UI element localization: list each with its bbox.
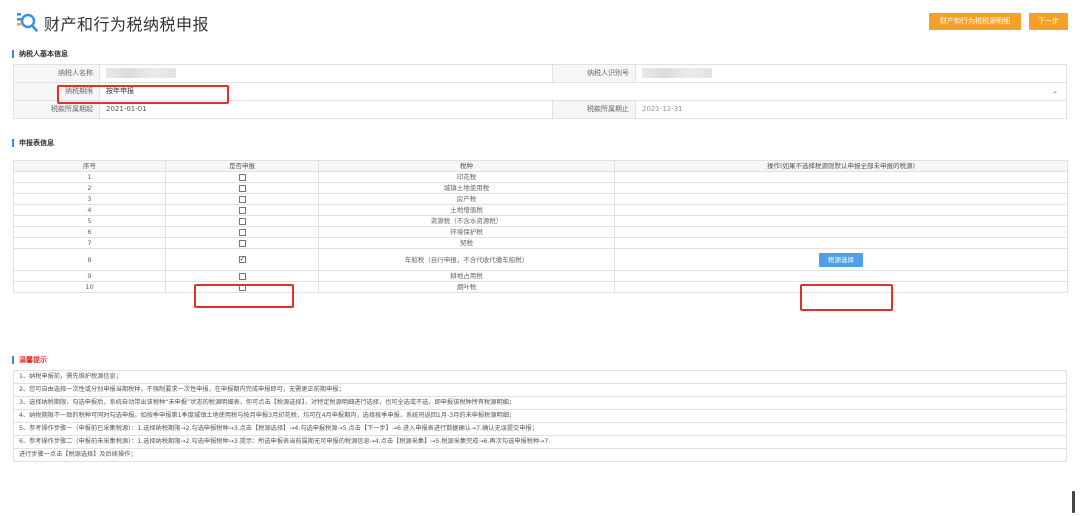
declare-cell	[165, 270, 319, 282]
taxpayer-name-label: 纳税人名称	[14, 65, 100, 82]
declare-checkbox[interactable]	[238, 228, 246, 236]
tax-source-detail-button[interactable]: 财产和行为税税源明细	[929, 13, 1021, 30]
operation-cell	[614, 226, 1068, 238]
tax-type: 耕地占用税	[318, 270, 615, 282]
declare-cell	[165, 171, 319, 183]
operation-cell	[614, 182, 1068, 194]
table-row: 9 耕地占用税	[13, 270, 1068, 282]
declaration-section-title: 申报表信息	[12, 139, 54, 147]
tips-list: 1、纳税申报前，需先维护税源信息； 2、您可自由选择一次性或分别申报当期税种，不…	[13, 370, 1067, 462]
table-row: 8 车船税（自行申报，不含代收代缴车船税） 税源选择	[13, 248, 1068, 271]
operation-cell	[614, 270, 1068, 282]
table-row: 3 房产税	[13, 193, 1068, 205]
declare-cell	[165, 215, 319, 227]
taxpayer-id-value	[636, 65, 1067, 82]
tip-item: 进行步骤一点击【税源选择】及后续操作；	[14, 449, 1067, 462]
col-header-tax-type: 税种	[318, 160, 615, 172]
declare-checkbox[interactable]	[238, 217, 246, 225]
info-row-name: 纳税人名称 纳税人识别号	[14, 65, 1067, 83]
page-title: 财产和行为税纳税申报	[44, 15, 210, 34]
tax-type: 环境保护税	[318, 226, 615, 238]
end-date-label: 税款所属期止	[553, 101, 636, 118]
row-number: 7	[13, 237, 166, 249]
highlight-period-box	[57, 85, 229, 104]
declare-cell	[165, 237, 319, 249]
tips-section-title: 温馨提示	[12, 356, 47, 364]
declare-cell	[165, 248, 319, 271]
taxpayer-id-label: 纳税人识别号	[553, 65, 636, 82]
row-number: 2	[13, 182, 166, 194]
operation-cell	[614, 204, 1068, 216]
table-row: 10 烟叶税	[13, 281, 1068, 293]
scrollbar-handle[interactable]	[1072, 491, 1075, 513]
declare-cell	[165, 204, 319, 216]
operation-cell	[614, 215, 1068, 227]
declare-checkbox[interactable]	[238, 184, 246, 192]
tip-item: 2、您可自由选择一次性或分别申报当期税种，不强制要求一次性申报，在申报期内完成申…	[14, 384, 1067, 397]
highlight-select-button-box	[800, 284, 893, 311]
table-row: 1 印花税	[13, 171, 1068, 183]
tip-item: 5、参考操作步骤一（申报前已采集税源）：1.选择纳税期限→2.勾选申报税种→3.…	[14, 423, 1067, 436]
tip-item: 1、纳税申报前，需先维护税源信息；	[14, 371, 1067, 384]
declare-checkbox[interactable]	[238, 195, 246, 203]
table-header-row: 序号 是否申报 税种 操作(如果不选择税源则默认申报全部未申报的税源)	[13, 160, 1068, 172]
table-row: 4 土地增值税	[13, 204, 1068, 216]
row-number: 10	[13, 281, 166, 293]
tip-item: 3、选择纳税期限，勾选申报后，系统自动带出该税种“未申报”状态的税源明细表，你可…	[14, 397, 1067, 410]
row-number: 3	[13, 193, 166, 205]
col-header-number: 序号	[13, 160, 166, 172]
table-row: 6 环境保护税	[13, 226, 1068, 238]
magnifier-document-icon	[17, 13, 38, 32]
row-number: 1	[13, 171, 166, 183]
tax-type: 烟叶税	[318, 281, 615, 293]
col-header-declare: 是否申报	[165, 160, 319, 172]
next-step-button[interactable]: 下一步	[1029, 13, 1068, 30]
row-number: 8	[13, 248, 166, 271]
tax-type: 城镇土地使用税	[318, 182, 615, 194]
tax-type: 印花税	[318, 171, 615, 183]
tax-type: 资源税（不含水资源税）	[318, 215, 615, 227]
operation-cell: 税源选择	[614, 248, 1068, 271]
operation-cell	[614, 237, 1068, 249]
row-number: 5	[13, 215, 166, 227]
highlight-checkbox-box	[194, 284, 294, 308]
row-number: 4	[13, 204, 166, 216]
declare-checkbox[interactable]	[238, 173, 246, 181]
declare-cell	[165, 226, 319, 238]
tip-item: 4、纳税期限不一致的税种可同时勾选申报。如按季申报第1季度城镇土地使用税与按月申…	[14, 410, 1067, 423]
redacted-value	[106, 68, 176, 78]
declare-checkbox[interactable]	[238, 239, 246, 247]
table-row: 7 契税	[13, 237, 1068, 249]
taxpayer-name-value	[100, 65, 553, 82]
declare-cell	[165, 182, 319, 194]
tax-type: 车船税（自行申报，不含代收代缴车船税）	[318, 248, 615, 271]
declare-cell	[165, 193, 319, 205]
tip-item: 6、参考操作步骤二（申报前未采集税源）：1.选择纳税期限→2.勾选申报税种→3.…	[14, 436, 1067, 449]
row-number: 6	[13, 226, 166, 238]
declare-checkbox[interactable]	[238, 206, 246, 214]
operation-cell	[614, 193, 1068, 205]
tax-source-select-button[interactable]: 税源选择	[819, 252, 863, 267]
declaration-table: 序号 是否申报 税种 操作(如果不选择税源则默认申报全部未申报的税源) 1 印花…	[13, 160, 1068, 293]
end-date-value: 2021-12-31	[636, 101, 1067, 118]
operation-cell	[614, 171, 1068, 183]
page-header: 财产和行为税纳税申报 财产和行为税税源明细 下一步	[0, 0, 1080, 40]
tax-type: 房产税	[318, 193, 615, 205]
redacted-value	[642, 68, 712, 78]
basic-info-section-title: 纳税人基本信息	[12, 50, 68, 58]
tax-type: 契税	[318, 237, 615, 249]
period-select[interactable]: 按年申报 ⌄	[100, 83, 1067, 100]
col-header-operation: 操作(如果不选择税源则默认申报全部未申报的税源)	[614, 160, 1068, 172]
declare-checkbox[interactable]	[238, 272, 246, 280]
declare-checkbox-checked[interactable]	[238, 254, 246, 264]
tax-type: 土地增值税	[318, 204, 615, 216]
table-row: 2 城镇土地使用税	[13, 182, 1068, 194]
chevron-down-icon[interactable]: ⌄	[1052, 83, 1058, 100]
table-row: 5 资源税（不含水资源税）	[13, 215, 1068, 227]
row-number: 9	[13, 270, 166, 282]
